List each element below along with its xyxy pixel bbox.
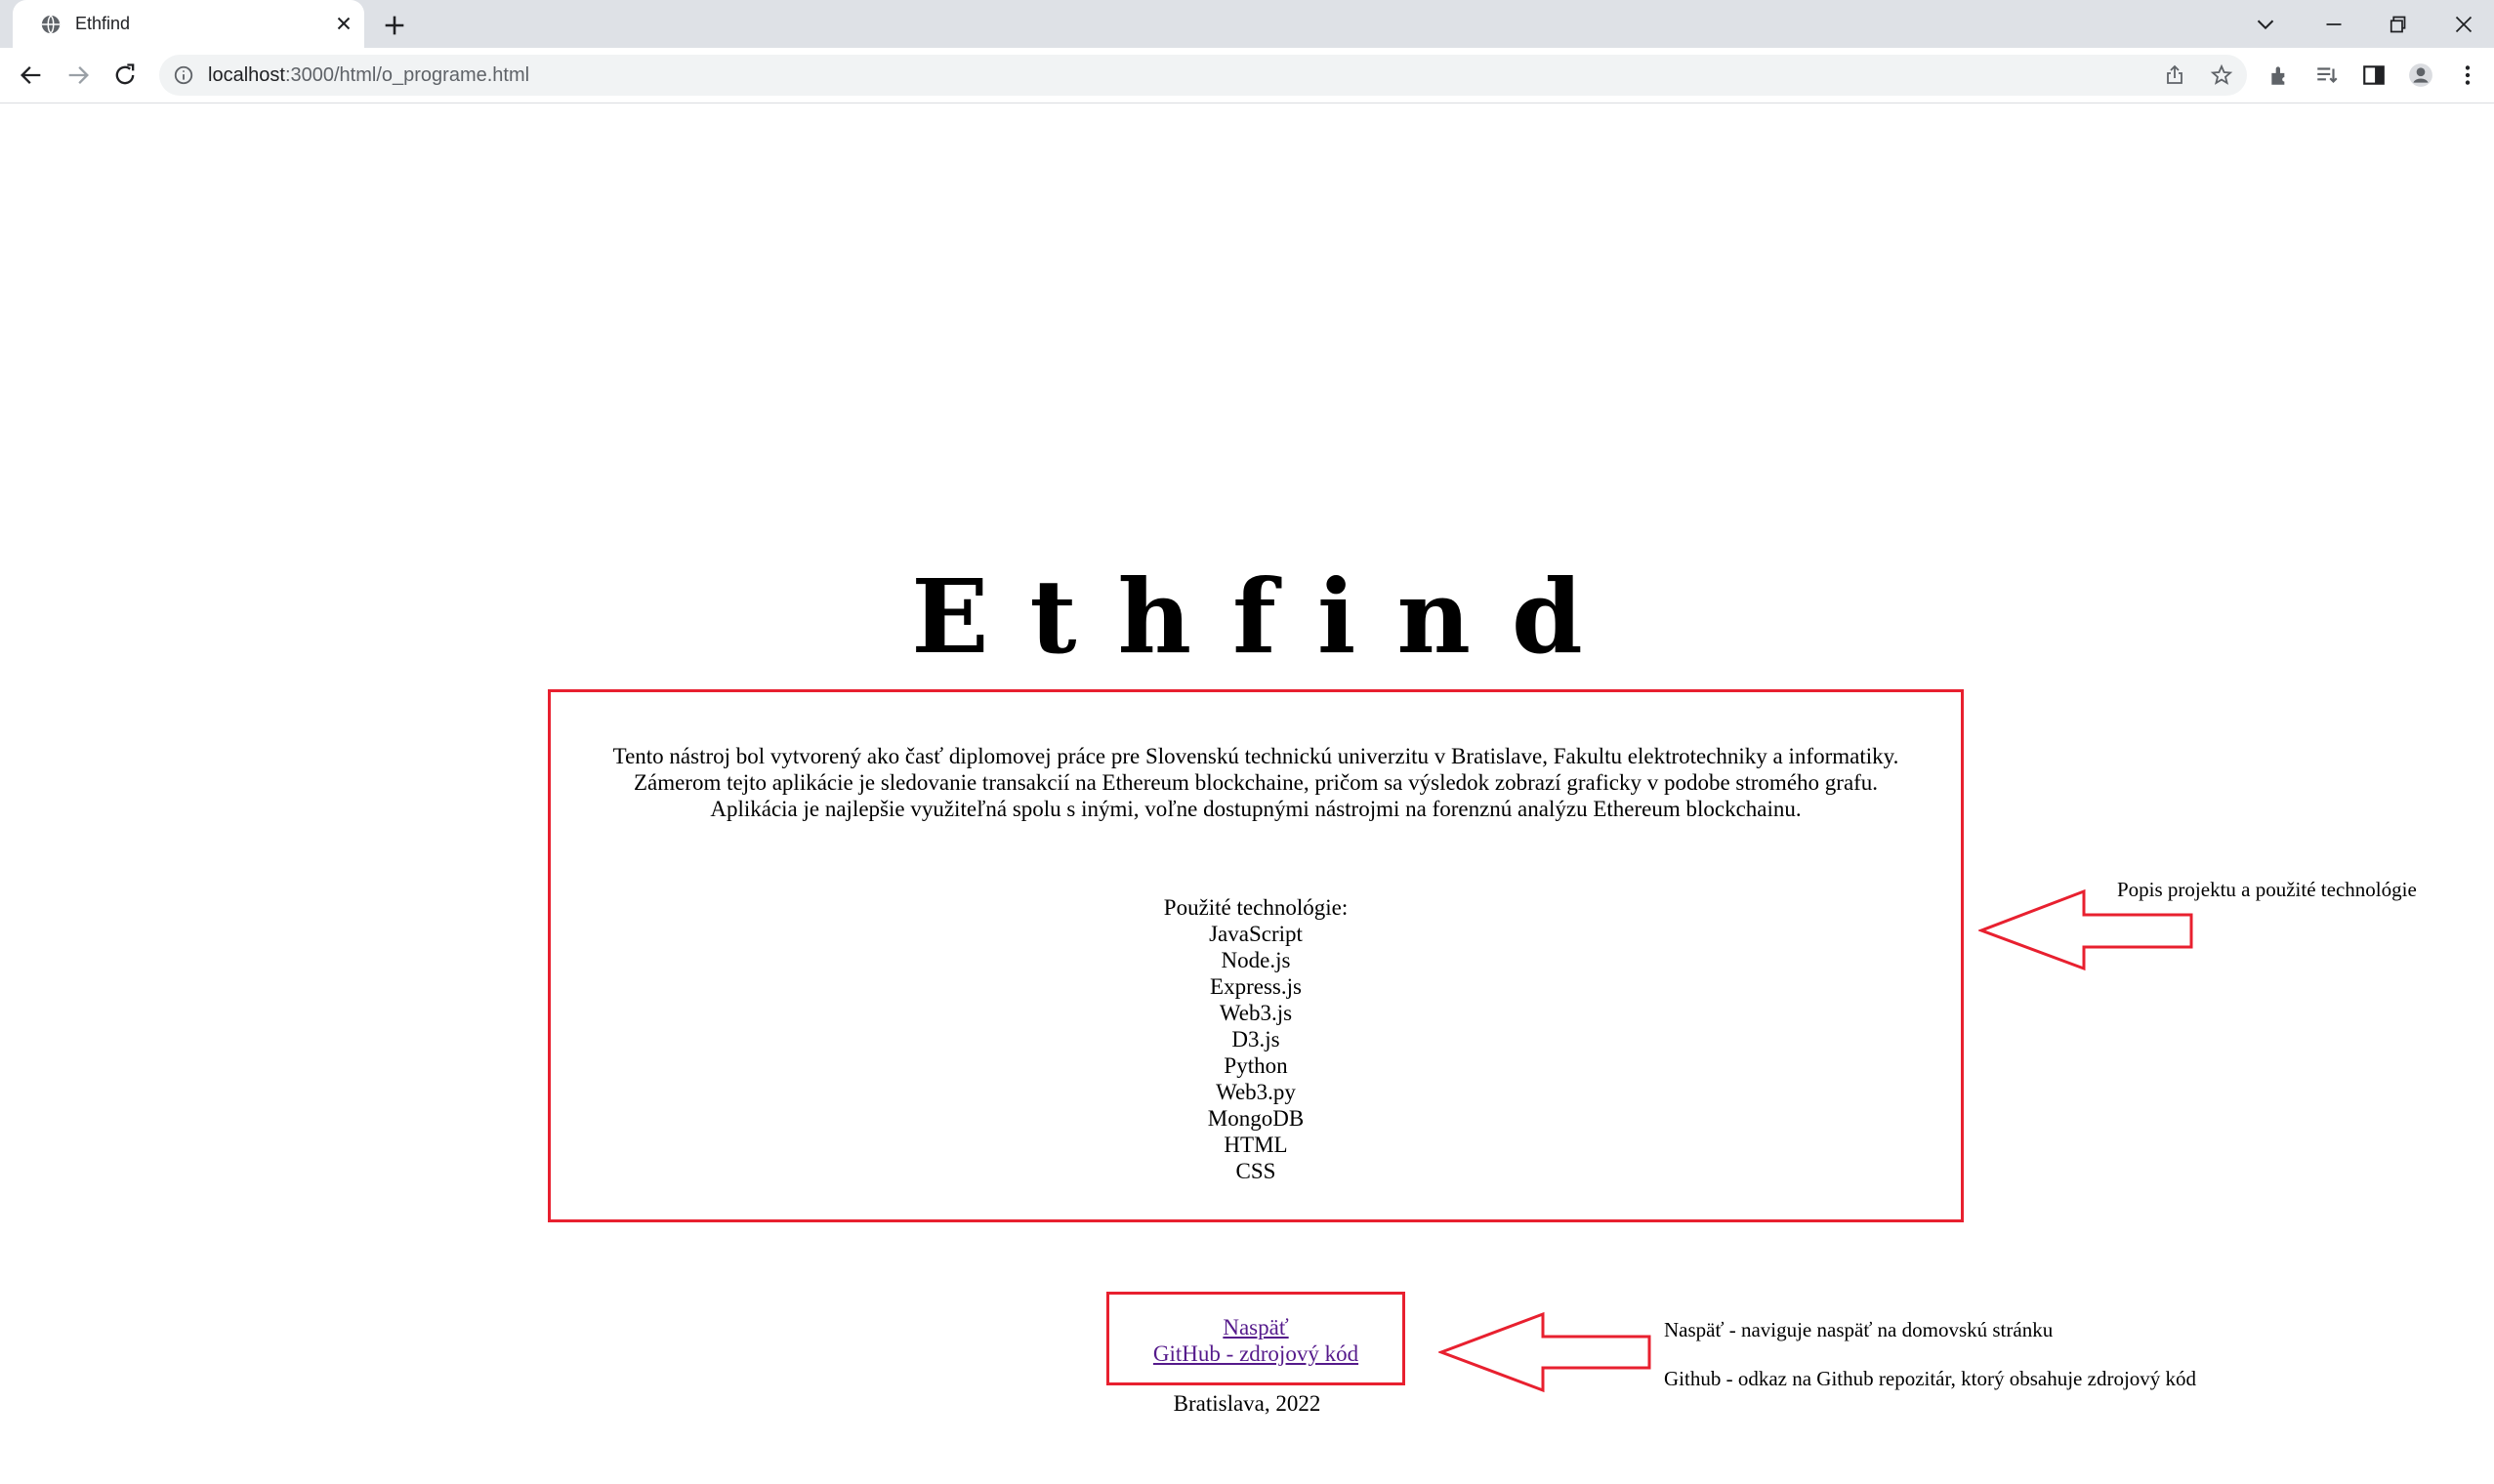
close-icon[interactable] xyxy=(333,13,354,34)
extensions-icon[interactable] xyxy=(2267,62,2293,88)
chevron-down-icon[interactable] xyxy=(2251,10,2280,39)
side-panel-icon[interactable] xyxy=(2361,62,2387,88)
left-arrow-icon xyxy=(1438,1311,1651,1393)
minimize-icon[interactable] xyxy=(2319,10,2349,39)
back-arrow-icon[interactable] xyxy=(18,62,45,89)
share-icon[interactable] xyxy=(2163,63,2186,87)
description-annotation: Popis projektu a použité technológie xyxy=(2117,878,2417,901)
menu-icon[interactable] xyxy=(2455,62,2480,88)
footer-text: Bratislava, 2022 xyxy=(1173,1391,1321,1416)
technology-item: HTML xyxy=(1224,1133,1288,1157)
technology-item: CSS xyxy=(1235,1159,1276,1183)
info-icon[interactable] xyxy=(173,64,194,86)
links-box: Naspäť GitHub - zdrojový kód xyxy=(1106,1292,1405,1385)
globe-icon xyxy=(41,15,61,34)
tab-strip: Ethfind xyxy=(0,0,2494,48)
forward-arrow-icon[interactable] xyxy=(64,62,92,89)
technology-item: Node.js xyxy=(1221,948,1291,972)
back-link[interactable]: Naspäť xyxy=(1109,1314,1402,1340)
plus-icon[interactable] xyxy=(381,12,408,39)
description-line: Zámerom tejto aplikácie je sledovanie tr… xyxy=(633,770,1879,795)
reading-list-icon[interactable] xyxy=(2314,62,2340,88)
technology-item: Web3.py xyxy=(1216,1080,1296,1104)
star-icon[interactable] xyxy=(2210,63,2233,87)
description-box: Tento nástroj bol vytvorený ako časť dip… xyxy=(548,689,1964,1222)
browser-toolbar: localhost:3000/html/o_programe.html xyxy=(0,48,2494,103)
url-text[interactable]: localhost:3000/html/o_programe.html xyxy=(208,63,529,87)
technology-item: JavaScript xyxy=(1209,922,1303,946)
url-host: localhost xyxy=(208,64,285,86)
technology-item: Express.js xyxy=(1210,974,1302,999)
page-title: Ethfind xyxy=(911,556,1624,677)
technology-item: Python xyxy=(1224,1053,1288,1078)
technology-item: D3.js xyxy=(1231,1027,1280,1051)
url-path: :3000/html/o_programe.html xyxy=(284,64,530,86)
technology-item: MongoDB xyxy=(1207,1106,1305,1131)
restore-icon[interactable] xyxy=(2383,10,2412,39)
address-bar[interactable]: localhost:3000/html/o_programe.html xyxy=(159,55,2247,96)
window-close-icon[interactable] xyxy=(2449,10,2478,39)
github-link[interactable]: GitHub - zdrojový kód xyxy=(1109,1340,1402,1367)
description-line: Tento nástroj bol vytvorený ako časť dip… xyxy=(612,744,1899,768)
description-line: Aplikácia je najlepšie využiteľná spolu … xyxy=(710,797,1802,821)
reload-icon[interactable] xyxy=(111,62,139,89)
active-tab[interactable]: Ethfind xyxy=(13,0,364,48)
technologies-heading: Použité technológie: xyxy=(1163,895,1349,920)
back-link-annotation: Naspäť - naviguje naspäť na domovskú str… xyxy=(1664,1318,2054,1341)
technologies-list: Použité technológie: JavaScript Node.js … xyxy=(551,894,1961,1184)
technology-item: Web3.js xyxy=(1219,1001,1293,1025)
profile-icon[interactable] xyxy=(2408,62,2433,88)
github-link-annotation: Github - odkaz na Github repozitár, ktor… xyxy=(1664,1367,2197,1390)
project-description: Tento nástroj bol vytvorený ako časť dip… xyxy=(551,743,1961,822)
tab-title: Ethfind xyxy=(75,14,131,33)
